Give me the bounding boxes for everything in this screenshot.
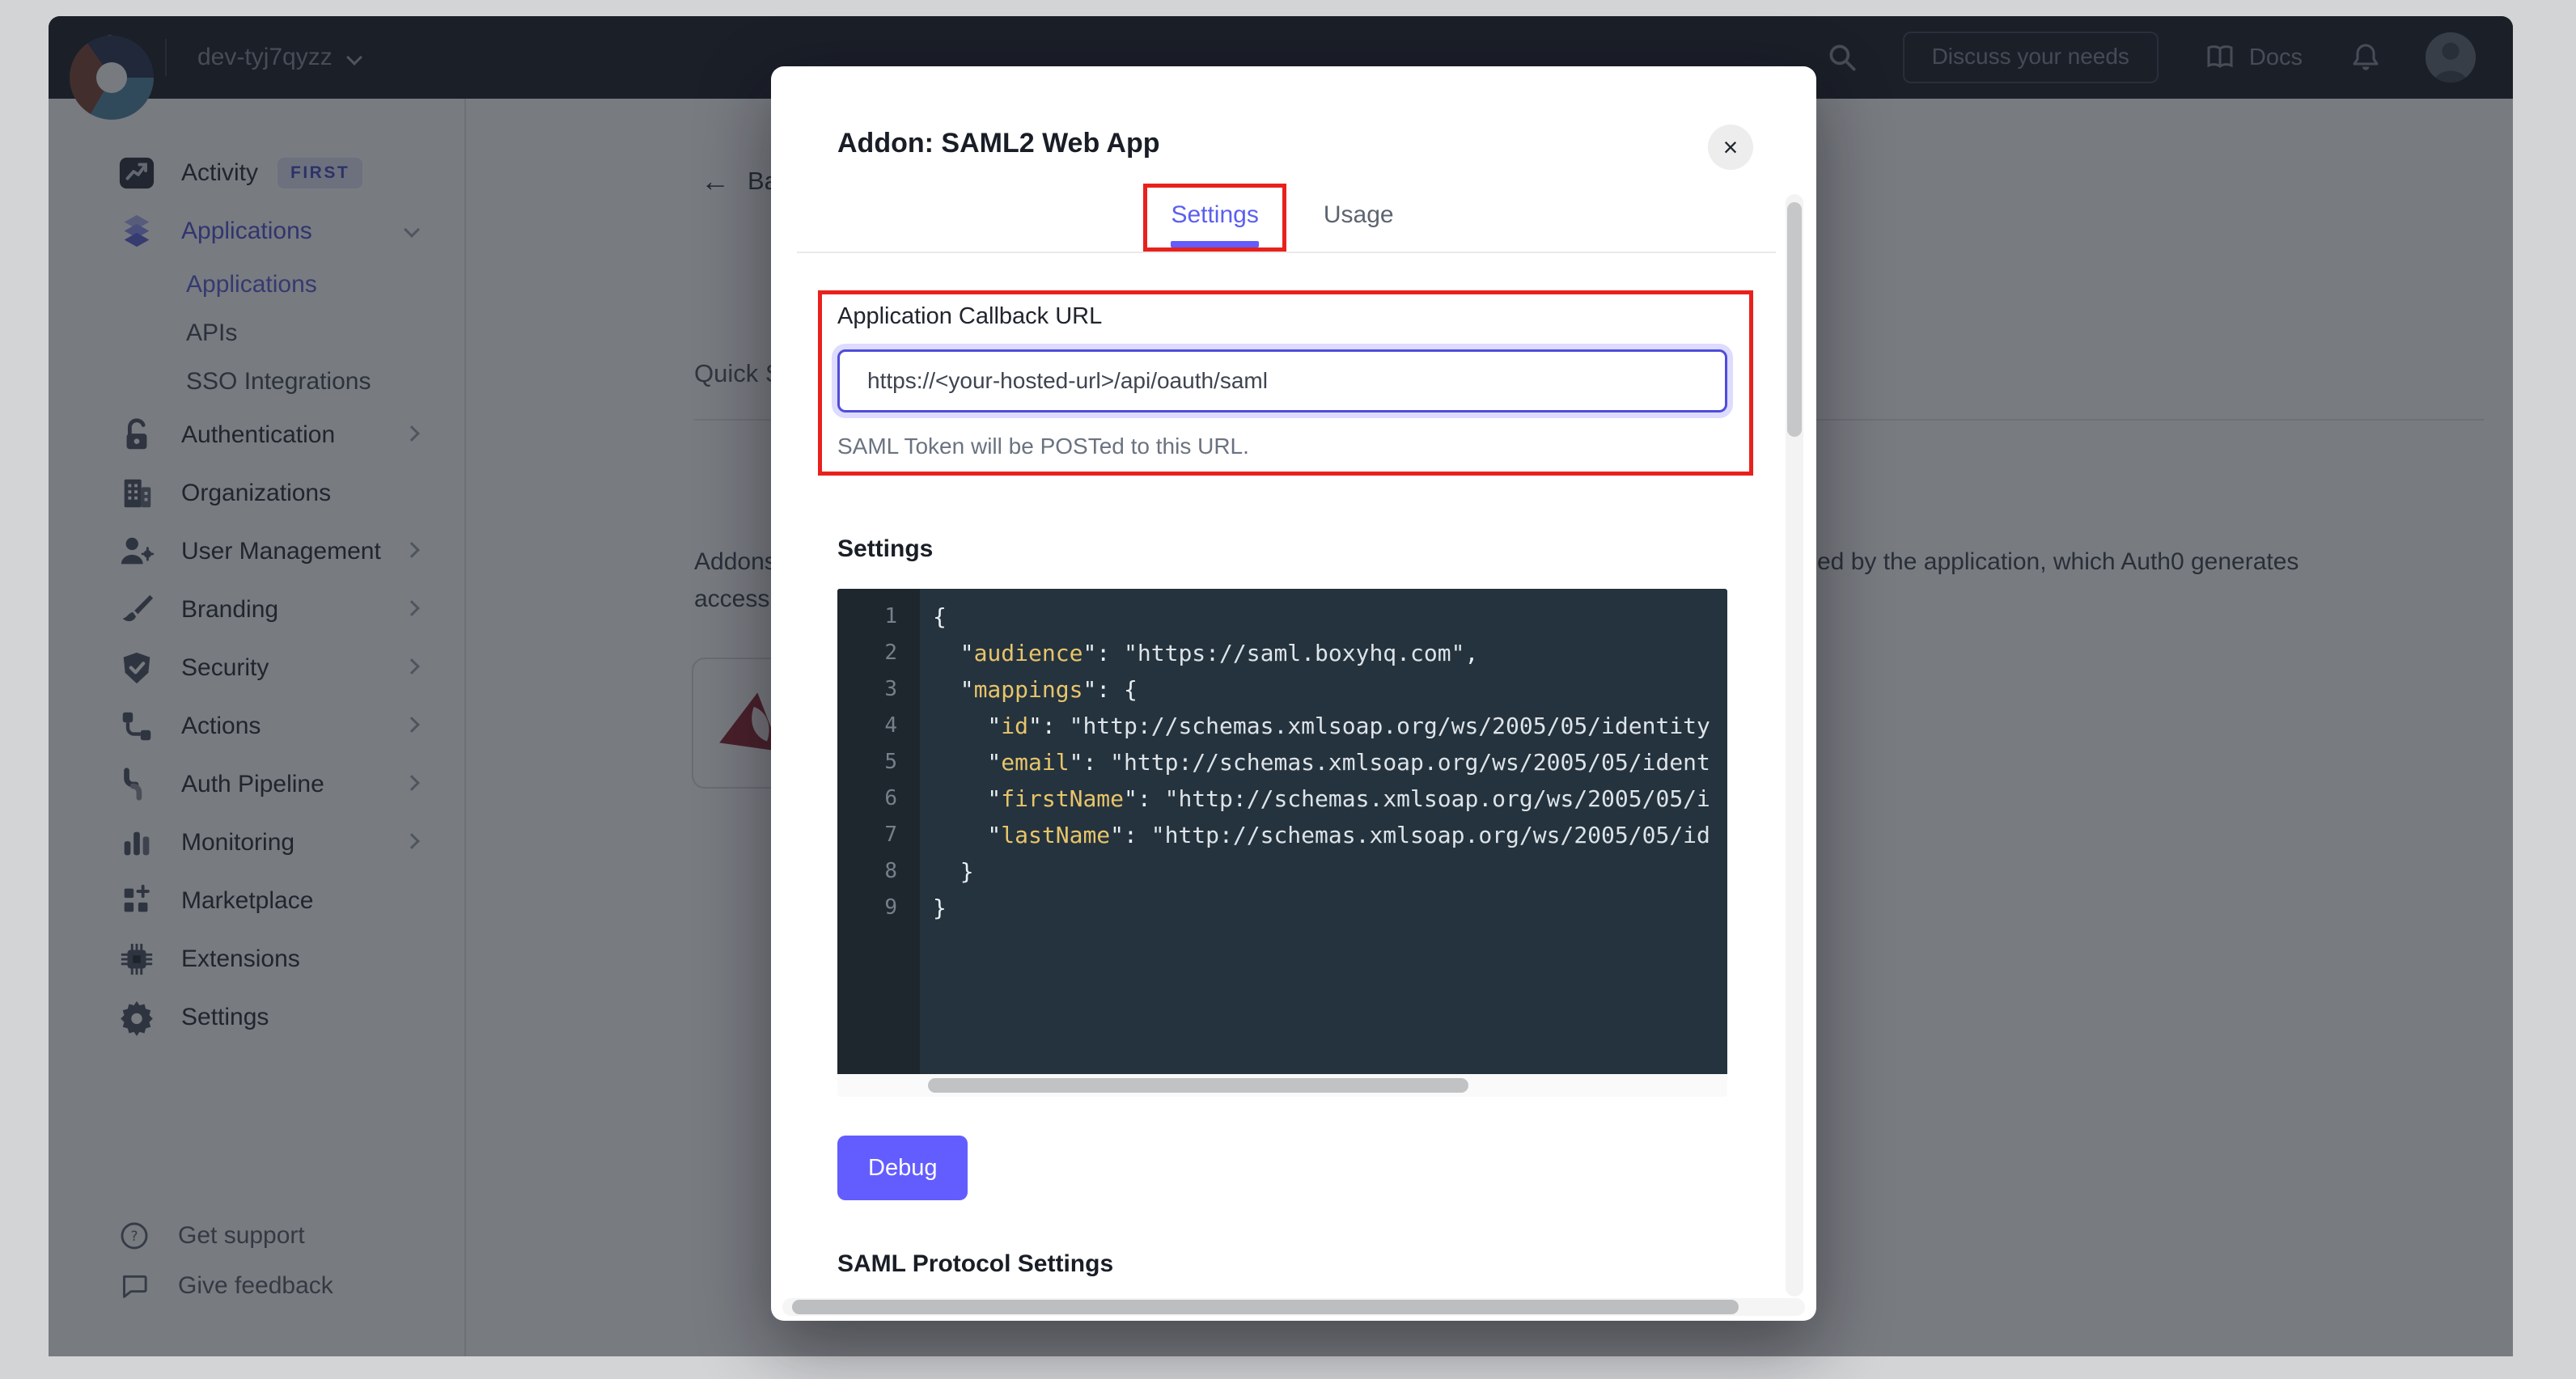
modal-vertical-scrollbar[interactable] [1786,194,1803,1297]
modal-tabs: Settings Usage [837,184,1727,252]
code-line: } [933,890,1727,926]
code-line: "audience": "https://saml.boxyhq.com", [933,635,1727,671]
callback-url-helper: SAML Token will be POSTed to this URL. [837,434,1727,459]
tab-usage[interactable]: Usage [1296,184,1421,252]
close-icon[interactable]: × [1708,125,1753,170]
line-number: 5 [837,744,920,780]
settings-section-heading: Settings [837,535,1727,563]
code-line: "mappings": { [933,671,1727,708]
tab-settings[interactable]: Settings [1143,184,1286,252]
editor-scrollbar-thumb[interactable] [928,1078,1468,1093]
line-number: 4 [837,708,920,744]
debug-button[interactable]: Debug [837,1136,968,1200]
tab-settings-label: Settings [1171,201,1258,228]
callback-url-input[interactable] [837,349,1727,412]
modal-vertical-scrollbar-thumb[interactable] [1787,202,1802,437]
code-line: "email": "http://schemas.xmlsoap.org/ws/… [933,744,1727,780]
code-line: "id": "http://schemas.xmlsoap.org/ws/200… [933,708,1727,744]
editor-horizontal-scrollbar[interactable] [837,1074,1727,1097]
callback-url-label: Application Callback URL [837,303,1727,330]
saml2-addon-modal: Addon: SAML2 Web App × Settings Usage Ap… [771,66,1816,1321]
code-line: { [933,599,1727,635]
modal-title: Addon: SAML2 Web App [837,128,1727,159]
line-number: 6 [837,780,920,817]
callback-url-section: Application Callback URL SAML Token will… [818,290,1753,476]
line-number: 1 [837,599,920,635]
line-number: 9 [837,890,920,926]
code-pane[interactable]: { "audience": "https://saml.boxyhq.com",… [920,589,1727,1074]
saml-protocol-settings-heading: SAML Protocol Settings [837,1250,1727,1278]
code-line: "lastName": "http://schemas.xmlsoap.org/… [933,817,1727,853]
modal-bottom-scrollbar[interactable] [782,1298,1805,1316]
line-number: 8 [837,853,920,890]
line-number: 3 [837,671,920,708]
tabs-divider [797,252,1776,253]
code-area[interactable]: 123456789 { "audience": "https://saml.bo… [837,589,1727,1074]
tab-usage-label: Usage [1324,201,1394,228]
code-line: "firstName": "http://schemas.xmlsoap.org… [933,780,1727,817]
settings-code-editor[interactable]: 123456789 { "audience": "https://saml.bo… [837,589,1727,1097]
line-number-gutter: 123456789 [837,589,920,1074]
line-number: 7 [837,817,920,853]
active-tab-underline [1171,241,1258,247]
modal-bottom-scrollbar-thumb[interactable] [792,1300,1739,1314]
screen: dev-tyj7qyzz Discuss your needs Docs [0,0,2576,1379]
line-number: 2 [837,635,920,671]
code-line: } [933,853,1727,890]
